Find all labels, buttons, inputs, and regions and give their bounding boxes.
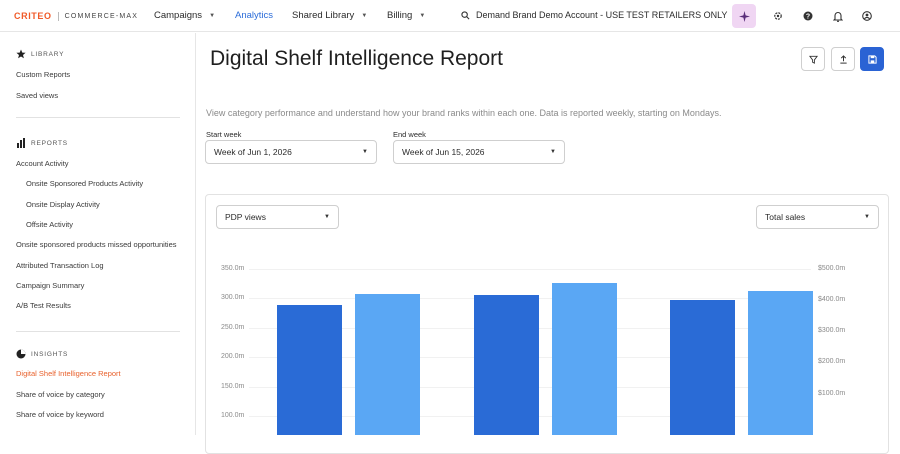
sidebar-item-share-of-voice-by-category[interactable]: Share of voice by category — [16, 390, 105, 399]
help-icon: ? — [803, 11, 813, 21]
nav-shared-library-label: Shared Library — [292, 10, 355, 21]
reports-heading: REPORTS — [31, 139, 68, 147]
start-week-value: Week of Jun 1, 2026 — [214, 147, 292, 157]
y2-axis-tick-label: $300.0m — [818, 327, 846, 335]
brand-logo[interactable]: CRITEO COMMERCE-MAX — [14, 11, 138, 21]
nav-campaigns-label: Campaigns — [154, 10, 203, 21]
page-title: Digital Shelf Intelligence Report — [210, 47, 503, 70]
end-week-value: Week of Jun 15, 2026 — [402, 147, 485, 157]
y-axis-tick-label: 100.0m — [221, 412, 245, 419]
export-button[interactable] — [831, 47, 855, 71]
sparkle-icon — [738, 10, 750, 22]
sidebar-divider — [16, 117, 180, 118]
y-axis-tick-label: 200.0m — [221, 353, 245, 361]
insights-section-heading: INSIGHTS — [16, 349, 68, 359]
save-button[interactable] — [860, 47, 884, 71]
y-axis-tick-label: 150.0m — [221, 382, 245, 390]
export-icon — [839, 54, 847, 64]
account-selector[interactable]: Demand Brand Demo Account - USE TEST RET… — [461, 10, 727, 20]
sidebar-item-campaign-summary[interactable]: Campaign Summary — [16, 281, 84, 290]
chevron-down-icon: ▼ — [550, 149, 556, 155]
sidebar-item-saved-views[interactable]: Saved views — [16, 91, 58, 100]
sidebar-item-account-activity[interactable]: Account Activity — [16, 159, 69, 168]
nav-campaigns[interactable]: Campaigns ▼ — [154, 10, 215, 21]
bar-chart-icon — [16, 138, 26, 148]
product-name: COMMERCE-MAX — [64, 12, 139, 20]
sidebar-item-attributed-transaction-log[interactable]: Attributed Transaction Log — [16, 261, 104, 270]
ai-assistant-button[interactable] — [732, 4, 756, 28]
y2-axis-tick-label: $400.0m — [818, 296, 846, 304]
chart-bar[interactable] — [277, 304, 342, 435]
top-navigation-bar: CRITEO COMMERCE-MAX Campaigns ▼ Analytic… — [0, 0, 900, 32]
end-week-label: End week — [393, 130, 426, 139]
sidebar-item-share-of-voice-by-keyword[interactable]: Share of voice by keyword — [16, 410, 104, 419]
y2-axis-tick-label: $500.0m — [818, 265, 846, 272]
y2-axis-tick-label: $200.0m — [818, 358, 846, 366]
start-week-label: Start week — [206, 130, 242, 139]
nav-billing-label: Billing — [387, 10, 413, 21]
criteo-logo: CRITEO — [14, 11, 52, 21]
left-metric-value: PDP views — [225, 212, 266, 222]
y-axis-tick-label: 300.0m — [221, 294, 245, 302]
filter-icon — [808, 55, 818, 64]
save-icon — [867, 54, 877, 64]
svg-text:?: ? — [806, 14, 810, 21]
chevron-down-icon: ▼ — [864, 214, 870, 220]
right-metric-select[interactable]: Total sales ▼ — [756, 205, 879, 229]
star-icon — [16, 49, 26, 59]
help-button[interactable]: ? — [797, 6, 819, 26]
library-section-heading: LIBRARY — [16, 49, 64, 59]
pie-chart-icon — [16, 349, 26, 359]
user-icon — [862, 11, 872, 21]
sidebar-item-custom-reports[interactable]: Custom Reports — [16, 70, 70, 79]
filter-button[interactable] — [801, 47, 825, 71]
y-axis-tick-label: 350.0m — [221, 265, 245, 272]
chart-bar[interactable] — [355, 293, 420, 435]
user-menu-button[interactable] — [856, 6, 878, 26]
chevron-down-icon: ▼ — [324, 214, 330, 220]
sidebar: LIBRARY Custom Reports Saved views REPOR… — [0, 33, 196, 435]
chevron-down-icon: ▼ — [362, 149, 368, 155]
end-week-select[interactable]: Week of Jun 15, 2026 ▼ — [393, 140, 565, 164]
y2-axis-tick-label: $100.0m — [818, 389, 846, 397]
sidebar-item-onsite-sponsored-products-activity[interactable]: Onsite Sponsored Products Activity — [26, 179, 143, 188]
account-name: Demand Brand Demo Account - USE TEST RET… — [476, 10, 728, 20]
nav-analytics[interactable]: Analytics — [235, 10, 273, 21]
sidebar-item-digital-shelf-intelligence-report[interactable]: Digital Shelf Intelligence Report — [16, 369, 121, 378]
chevron-down-icon: ▼ — [361, 12, 368, 19]
start-week-select[interactable]: Week of Jun 1, 2026 ▼ — [205, 140, 377, 164]
sidebar-divider — [16, 331, 180, 332]
chart-bar[interactable] — [748, 290, 813, 435]
chart-bar[interactable] — [474, 295, 539, 435]
nav-billing[interactable]: Billing ▼ — [387, 10, 425, 21]
sidebar-item-missed-opportunities[interactable]: Onsite sponsored products missed opportu… — [16, 240, 177, 249]
right-metric-value: Total sales — [765, 212, 806, 222]
gear-icon — [774, 12, 782, 20]
sidebar-item-onsite-display-activity[interactable]: Onsite Display Activity — [26, 200, 100, 209]
nav-analytics-label: Analytics — [235, 10, 274, 21]
settings-button[interactable] — [767, 6, 789, 26]
y-axis-tick-label: 250.0m — [221, 323, 245, 331]
sidebar-item-offsite-activity[interactable]: Offsite Activity — [26, 220, 73, 229]
sidebar-item-ab-test-results[interactable]: A/B Test Results — [16, 301, 71, 310]
chart-bar[interactable] — [552, 282, 617, 435]
left-metric-select[interactable]: PDP views ▼ — [216, 205, 339, 229]
chevron-down-icon: ▼ — [419, 12, 426, 19]
chevron-down-icon: ▼ — [209, 12, 216, 19]
library-heading: LIBRARY — [31, 50, 65, 58]
notifications-button[interactable] — [827, 6, 849, 26]
page-description: View category performance and understand… — [206, 108, 722, 118]
bell-icon — [833, 11, 843, 22]
chart-gridline — [249, 269, 811, 270]
reports-section-heading: REPORTS — [16, 138, 68, 148]
nav-shared-library[interactable]: Shared Library ▼ — [292, 10, 367, 21]
brand-divider — [57, 11, 59, 21]
chart-bar[interactable] — [670, 300, 735, 435]
search-icon — [461, 10, 470, 19]
insights-heading: INSIGHTS — [31, 350, 69, 358]
